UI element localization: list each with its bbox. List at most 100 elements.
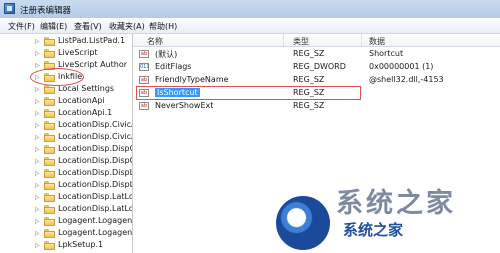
value-name: NeverShowExt bbox=[155, 101, 214, 110]
expand-arrow-icon[interactable]: ▷ bbox=[35, 110, 40, 117]
value-type: REG_SZ bbox=[293, 49, 325, 58]
list-header: 名称 类型 数据 bbox=[133, 34, 500, 47]
expand-arrow-icon[interactable]: ▷ bbox=[35, 170, 40, 177]
expand-arrow-icon[interactable]: ▷ bbox=[35, 62, 40, 69]
folder-icon bbox=[44, 205, 55, 214]
registry-value-row[interactable]: ab (默认) REG_SZ Shortcut bbox=[133, 48, 500, 60]
watermark-title: 系统之家 bbox=[336, 188, 456, 219]
folder-icon bbox=[44, 85, 55, 94]
folder-icon bbox=[44, 37, 55, 46]
window-title: 注册表编辑器 bbox=[20, 6, 72, 16]
tree-item[interactable]: ▷ LocationApi bbox=[0, 96, 132, 107]
tree-item-label: LocationDisp.LatLon bbox=[58, 204, 133, 213]
folder-icon bbox=[44, 169, 55, 178]
tree-item-label: LocationDisp.LatLon bbox=[58, 192, 133, 201]
menu-help[interactable]: 帮助(H) bbox=[149, 21, 177, 32]
column-divider[interactable] bbox=[283, 34, 284, 46]
folder-icon bbox=[44, 193, 55, 202]
tree-item[interactable]: ▷ LocationApi.1 bbox=[0, 108, 132, 119]
tree-item-label: LocationDisp.DispCi bbox=[58, 144, 133, 153]
string-value-icon: ab bbox=[139, 76, 149, 84]
expand-arrow-icon[interactable]: ▷ bbox=[35, 98, 40, 105]
tree-item-label: LocationDisp.DispLa bbox=[58, 180, 133, 189]
column-header-data[interactable]: 数据 bbox=[369, 36, 385, 47]
watermark-text: 系统之家 bbox=[343, 221, 404, 239]
tree-item[interactable]: ▷ LocationDisp.DispLa bbox=[0, 180, 132, 191]
value-data: Shortcut bbox=[369, 49, 404, 58]
value-name: (默认) bbox=[155, 50, 178, 59]
folder-icon bbox=[44, 121, 55, 130]
tree-item[interactable]: ▷ LocationDisp.LatLon bbox=[0, 192, 132, 203]
menu-file[interactable]: 文件(F) bbox=[8, 21, 35, 32]
folder-icon bbox=[44, 217, 55, 226]
tree-item-label: LocationDisp.DispLa bbox=[58, 168, 133, 177]
tree-item[interactable]: ▷ Logagent.Logagent bbox=[0, 228, 132, 239]
tree-item-label: LocationDisp.CivicAc bbox=[58, 132, 133, 141]
tree-item-label: LocationDisp.CivicAc bbox=[58, 120, 133, 129]
registry-value-row[interactable]: ab FriendlyTypeName REG_SZ @shell32.dll,-41… bbox=[133, 74, 500, 86]
expand-arrow-icon[interactable]: ▷ bbox=[35, 194, 40, 201]
tree-item[interactable]: ▷ Local Settings bbox=[0, 84, 132, 95]
value-name: FriendlyTypeName bbox=[155, 75, 229, 84]
tree-item[interactable]: ▷ LpkSetup.1 bbox=[0, 240, 132, 251]
string-value-icon: ab bbox=[139, 50, 149, 58]
tree-item-label: LocationApi.1 bbox=[58, 108, 113, 117]
tree-item-label: ListPad.ListPad.1 bbox=[58, 36, 126, 45]
expand-arrow-icon[interactable]: ▷ bbox=[35, 86, 40, 93]
column-header-name[interactable]: 名称 bbox=[147, 36, 163, 47]
tree-item[interactable]: ▷ LocationDisp.LatLon bbox=[0, 204, 132, 215]
expand-arrow-icon[interactable]: ▷ bbox=[35, 158, 40, 165]
tree-item-label: LpkSetup.1 bbox=[58, 240, 104, 249]
folder-icon bbox=[44, 241, 55, 250]
tree-item-label: Logagent.Logagent bbox=[58, 216, 133, 225]
column-header-type[interactable]: 类型 bbox=[293, 36, 309, 47]
value-name: EditFlags bbox=[155, 62, 192, 71]
isshortcut-annotation-box bbox=[136, 86, 361, 100]
tree-item[interactable]: ▷ ListPad.ListPad.1 bbox=[0, 36, 132, 47]
expand-arrow-icon[interactable]: ▷ bbox=[35, 146, 40, 153]
folder-icon bbox=[44, 157, 55, 166]
expand-arrow-icon[interactable]: ▷ bbox=[35, 50, 40, 57]
expand-arrow-icon[interactable]: ▷ bbox=[35, 122, 40, 129]
column-divider[interactable] bbox=[361, 34, 362, 46]
tree-item-label: LiveScript bbox=[58, 48, 98, 57]
folder-icon bbox=[44, 133, 55, 142]
menu-view[interactable]: 查看(V) bbox=[74, 21, 102, 32]
expand-arrow-icon[interactable]: ▷ bbox=[35, 182, 40, 189]
expand-arrow-icon[interactable]: ▷ bbox=[35, 38, 40, 45]
tree-item-label: Logagent.Logagent bbox=[58, 228, 133, 237]
tree-item[interactable]: ▷ LocationDisp.CivicAc bbox=[0, 132, 132, 143]
registry-key-tree[interactable]: ▷ ListPad.ListPad.1 ▷ LiveScript ▷ LiveScript… bbox=[0, 34, 133, 253]
value-data: 0x00000001 (1) bbox=[369, 62, 434, 71]
folder-icon bbox=[44, 97, 55, 106]
tree-item[interactable]: ▷ LocationDisp.DispCi bbox=[0, 144, 132, 155]
expand-arrow-icon[interactable]: ▷ bbox=[35, 134, 40, 141]
binary-value-icon: 011 bbox=[139, 63, 150, 71]
folder-icon bbox=[44, 181, 55, 190]
registry-value-row[interactable]: 011 EditFlags REG_DWORD 0x00000001 (1) bbox=[133, 61, 500, 73]
expand-arrow-icon[interactable]: ▷ bbox=[35, 218, 40, 225]
tree-item[interactable]: ▷ Logagent.Logagent bbox=[0, 216, 132, 227]
folder-icon bbox=[44, 229, 55, 238]
string-value-icon: ab bbox=[139, 102, 149, 110]
tree-item-label: LocationDisp.DispCi bbox=[58, 156, 133, 165]
tree-item[interactable]: ▷ LiveScript bbox=[0, 48, 132, 59]
watermark-logo-icon bbox=[276, 196, 330, 250]
tree-item[interactable]: ▷ LocationDisp.CivicAc bbox=[0, 120, 132, 131]
tree-item-label: LocationApi bbox=[58, 96, 105, 105]
tree-item[interactable]: ▷ LocationDisp.DispLa bbox=[0, 168, 132, 179]
value-type: REG_SZ bbox=[293, 75, 325, 84]
registry-value-row[interactable]: ab NeverShowExt REG_SZ bbox=[133, 100, 500, 112]
folder-icon bbox=[44, 109, 55, 118]
value-type: REG_DWORD bbox=[293, 62, 346, 71]
folder-icon bbox=[44, 145, 55, 154]
menu-edit[interactable]: 编辑(E) bbox=[40, 21, 67, 32]
tree-item-label: LiveScript Author bbox=[58, 60, 128, 69]
expand-arrow-icon[interactable]: ▷ bbox=[35, 206, 40, 213]
registry-editor-icon bbox=[4, 3, 15, 14]
menu-favorites[interactable]: 收藏夹(A) bbox=[109, 21, 145, 32]
tree-item[interactable]: ▷ LocationDisp.DispCi bbox=[0, 156, 132, 167]
value-data: @shell32.dll,-4153 bbox=[369, 75, 444, 84]
expand-arrow-icon[interactable]: ▷ bbox=[35, 242, 40, 249]
expand-arrow-icon[interactable]: ▷ bbox=[35, 230, 40, 237]
